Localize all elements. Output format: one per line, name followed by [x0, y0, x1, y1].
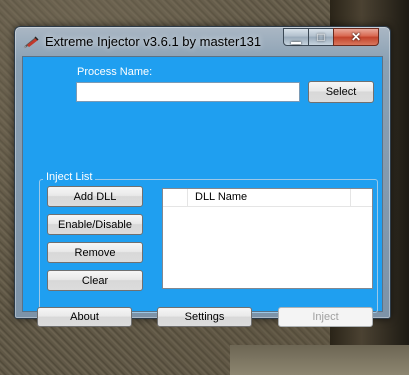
dll-list-header: DLL Name	[163, 189, 372, 207]
inject-list-label: Inject List	[43, 171, 96, 183]
maximize-icon: □	[317, 30, 325, 44]
title-bar[interactable]: Extreme Injector v3.6.1 by master131 ▁ □…	[15, 27, 390, 57]
inject-button[interactable]: Inject	[278, 307, 373, 327]
dll-name-column-header[interactable]: DLL Name	[187, 189, 351, 206]
dll-list[interactable]: DLL Name	[162, 188, 373, 289]
minimize-icon: ▁	[291, 30, 301, 44]
minimize-button[interactable]: ▁	[283, 28, 309, 46]
process-name-label: Process Name:	[77, 66, 153, 78]
syringe-icon	[23, 36, 39, 49]
add-dll-button[interactable]: Add DLL	[47, 186, 143, 207]
close-icon: ✕	[350, 30, 362, 44]
enable-disable-button[interactable]: Enable/Disable	[47, 214, 143, 235]
checkbox-column-header[interactable]	[163, 189, 188, 206]
injector-window: Extreme Injector v3.6.1 by master131 ▁ □…	[14, 26, 391, 327]
maximize-button[interactable]: □	[308, 28, 334, 46]
clear-button[interactable]: Clear	[47, 270, 143, 291]
close-button[interactable]: ✕	[333, 28, 379, 46]
select-button[interactable]: Select	[308, 81, 374, 103]
settings-button[interactable]: Settings	[157, 307, 252, 327]
about-button[interactable]: About	[37, 307, 132, 327]
client-area: Process Name: Select Inject List Add DLL…	[22, 56, 383, 327]
desktop-background-bottom	[230, 345, 409, 375]
process-name-input[interactable]	[76, 82, 300, 102]
remove-button[interactable]: Remove	[47, 242, 143, 263]
window-title: Extreme Injector v3.6.1 by master131	[45, 34, 262, 49]
